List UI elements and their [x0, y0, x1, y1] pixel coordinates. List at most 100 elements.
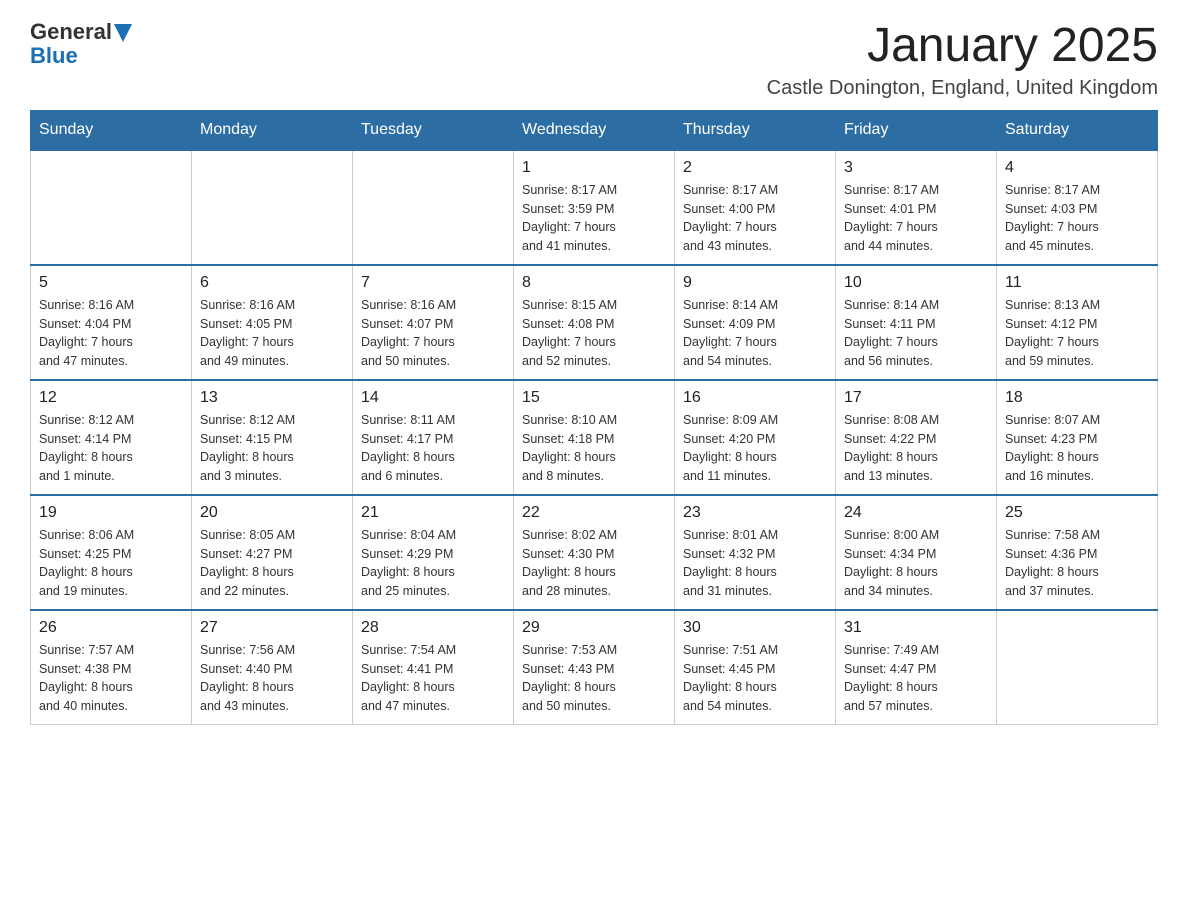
calendar-cell: 5 Sunrise: 8:16 AMSunset: 4:04 PMDaylight…	[31, 265, 192, 380]
day-number: 31	[844, 619, 988, 637]
calendar-header-wednesday: Wednesday	[514, 110, 675, 150]
calendar-cell: 9Sunrise: 8:14 AMSunset: 4:09 PMDaylight…	[675, 265, 836, 380]
calendar-cell	[353, 150, 514, 265]
day-number: 4	[1005, 159, 1149, 177]
day-number: 25	[1005, 504, 1149, 522]
calendar-cell: 17 Sunrise: 8:08 AMSunset: 4:22 PMDayligh…	[836, 380, 997, 495]
day-number: 26	[39, 619, 183, 637]
month-title: January 2025	[767, 20, 1158, 73]
day-info: Sunrise: 8:17 AMSunset: 4:01 PMDaylight:…	[844, 181, 988, 256]
day-number: 21	[361, 504, 505, 522]
day-number: 8	[522, 274, 666, 292]
calendar-cell: 7 Sunrise: 8:16 AMSunset: 4:07 PMDaylight…	[353, 265, 514, 380]
calendar-cell: 19Sunrise: 8:06 AMSunset: 4:25 PMDayligh…	[31, 495, 192, 610]
calendar-cell	[31, 150, 192, 265]
day-info: Sunrise: 8:12 AMSunset: 4:14 PMDaylight:…	[39, 411, 183, 486]
calendar-week-row: 5 Sunrise: 8:16 AMSunset: 4:04 PMDaylight…	[31, 265, 1158, 380]
calendar-cell: 29Sunrise: 7:53 AMSunset: 4:43 PMDayligh…	[514, 610, 675, 725]
day-info: Sunrise: 8:02 AMSunset: 4:30 PMDaylight:…	[522, 526, 666, 601]
calendar-cell: 21Sunrise: 8:04 AMSunset: 4:29 PMDayligh…	[353, 495, 514, 610]
calendar-week-row: 1Sunrise: 8:17 AMSunset: 3:59 PMDaylight…	[31, 150, 1158, 265]
calendar-cell: 13Sunrise: 8:12 AMSunset: 4:15 PMDayligh…	[192, 380, 353, 495]
calendar-cell: 6 Sunrise: 8:16 AMSunset: 4:05 PMDaylight…	[192, 265, 353, 380]
day-number: 22	[522, 504, 666, 522]
day-number: 15	[522, 389, 666, 407]
day-number: 16	[683, 389, 827, 407]
calendar-week-row: 19Sunrise: 8:06 AMSunset: 4:25 PMDayligh…	[31, 495, 1158, 610]
calendar-cell: 22 Sunrise: 8:02 AMSunset: 4:30 PMDayligh…	[514, 495, 675, 610]
calendar-cell: 2Sunrise: 8:17 AMSunset: 4:00 PMDaylight…	[675, 150, 836, 265]
calendar-header-thursday: Thursday	[675, 110, 836, 150]
calendar-cell: 11 Sunrise: 8:13 AMSunset: 4:12 PMDayligh…	[997, 265, 1158, 380]
calendar-cell: 27 Sunrise: 7:56 AMSunset: 4:40 PMDayligh…	[192, 610, 353, 725]
calendar-cell: 3 Sunrise: 8:17 AMSunset: 4:01 PMDaylight…	[836, 150, 997, 265]
day-info: Sunrise: 8:15 AMSunset: 4:08 PMDaylight:…	[522, 296, 666, 371]
day-number: 3	[844, 159, 988, 177]
day-number: 17	[844, 389, 988, 407]
day-number: 7	[361, 274, 505, 292]
day-info: Sunrise: 8:13 AMSunset: 4:12 PMDaylight:…	[1005, 296, 1149, 371]
day-info: Sunrise: 8:06 AMSunset: 4:25 PMDaylight:…	[39, 526, 183, 601]
day-number: 18	[1005, 389, 1149, 407]
logo-text-general: General	[30, 20, 112, 44]
calendar-table: SundayMondayTuesdayWednesdayThursdayFrid…	[30, 110, 1158, 725]
calendar-cell: 18 Sunrise: 8:07 AMSunset: 4:23 PMDayligh…	[997, 380, 1158, 495]
day-info: Sunrise: 7:49 AMSunset: 4:47 PMDaylight:…	[844, 641, 988, 716]
calendar-week-row: 26 Sunrise: 7:57 AMSunset: 4:38 PMDayligh…	[31, 610, 1158, 725]
day-info: Sunrise: 8:16 AMSunset: 4:05 PMDaylight:…	[200, 296, 344, 371]
calendar-cell: 31 Sunrise: 7:49 AMSunset: 4:47 PMDayligh…	[836, 610, 997, 725]
day-info: Sunrise: 8:17 AMSunset: 4:03 PMDaylight:…	[1005, 181, 1149, 256]
day-number: 28	[361, 619, 505, 637]
day-number: 14	[361, 389, 505, 407]
day-info: Sunrise: 8:14 AMSunset: 4:09 PMDaylight:…	[683, 296, 827, 371]
day-info: Sunrise: 7:57 AMSunset: 4:38 PMDaylight:…	[39, 641, 183, 716]
calendar-cell: 20 Sunrise: 8:05 AMSunset: 4:27 PMDayligh…	[192, 495, 353, 610]
day-number: 24	[844, 504, 988, 522]
day-info: Sunrise: 8:16 AMSunset: 4:07 PMDaylight:…	[361, 296, 505, 371]
calendar-cell: 15 Sunrise: 8:10 AMSunset: 4:18 PMDayligh…	[514, 380, 675, 495]
location: Castle Donington, England, United Kingdo…	[767, 77, 1158, 100]
day-number: 11	[1005, 274, 1149, 292]
day-number: 23	[683, 504, 827, 522]
logo-triangle-icon	[114, 24, 132, 42]
calendar-cell: 30Sunrise: 7:51 AMSunset: 4:45 PMDayligh…	[675, 610, 836, 725]
day-info: Sunrise: 7:56 AMSunset: 4:40 PMDaylight:…	[200, 641, 344, 716]
calendar-cell: 24 Sunrise: 8:00 AMSunset: 4:34 PMDayligh…	[836, 495, 997, 610]
calendar-cell: 16 Sunrise: 8:09 AMSunset: 4:20 PMDayligh…	[675, 380, 836, 495]
day-info: Sunrise: 8:07 AMSunset: 4:23 PMDaylight:…	[1005, 411, 1149, 486]
day-info: Sunrise: 8:17 AMSunset: 4:00 PMDaylight:…	[683, 181, 827, 256]
day-number: 27	[200, 619, 344, 637]
title-section: January 2025 Castle Donington, England, …	[767, 20, 1158, 100]
day-info: Sunrise: 7:58 AMSunset: 4:36 PMDaylight:…	[1005, 526, 1149, 601]
calendar-cell: 26 Sunrise: 7:57 AMSunset: 4:38 PMDayligh…	[31, 610, 192, 725]
calendar-header-friday: Friday	[836, 110, 997, 150]
day-info: Sunrise: 8:01 AMSunset: 4:32 PMDaylight:…	[683, 526, 827, 601]
day-info: Sunrise: 8:05 AMSunset: 4:27 PMDaylight:…	[200, 526, 344, 601]
calendar-header-monday: Monday	[192, 110, 353, 150]
logo-text-blue: Blue	[30, 43, 78, 68]
day-info: Sunrise: 8:14 AMSunset: 4:11 PMDaylight:…	[844, 296, 988, 371]
day-number: 10	[844, 274, 988, 292]
day-info: Sunrise: 8:16 AMSunset: 4:04 PMDaylight:…	[39, 296, 183, 371]
day-info: Sunrise: 8:09 AMSunset: 4:20 PMDaylight:…	[683, 411, 827, 486]
day-info: Sunrise: 8:10 AMSunset: 4:18 PMDaylight:…	[522, 411, 666, 486]
day-number: 5	[39, 274, 183, 292]
day-number: 20	[200, 504, 344, 522]
calendar-cell: 14Sunrise: 8:11 AMSunset: 4:17 PMDayligh…	[353, 380, 514, 495]
calendar-header-sunday: Sunday	[31, 110, 192, 150]
calendar-cell: 4 Sunrise: 8:17 AMSunset: 4:03 PMDaylight…	[997, 150, 1158, 265]
calendar-cell	[997, 610, 1158, 725]
day-number: 12	[39, 389, 183, 407]
day-info: Sunrise: 7:54 AMSunset: 4:41 PMDaylight:…	[361, 641, 505, 716]
day-info: Sunrise: 8:00 AMSunset: 4:34 PMDaylight:…	[844, 526, 988, 601]
day-info: Sunrise: 8:17 AMSunset: 3:59 PMDaylight:…	[522, 181, 666, 256]
calendar-cell: 23 Sunrise: 8:01 AMSunset: 4:32 PMDayligh…	[675, 495, 836, 610]
day-number: 6	[200, 274, 344, 292]
calendar-cell: 25 Sunrise: 7:58 AMSunset: 4:36 PMDayligh…	[997, 495, 1158, 610]
calendar-header-saturday: Saturday	[997, 110, 1158, 150]
day-info: Sunrise: 8:08 AMSunset: 4:22 PMDaylight:…	[844, 411, 988, 486]
calendar-cell: 8 Sunrise: 8:15 AMSunset: 4:08 PMDaylight…	[514, 265, 675, 380]
calendar-cell	[192, 150, 353, 265]
day-number: 29	[522, 619, 666, 637]
calendar-header-row: SundayMondayTuesdayWednesdayThursdayFrid…	[31, 110, 1158, 150]
